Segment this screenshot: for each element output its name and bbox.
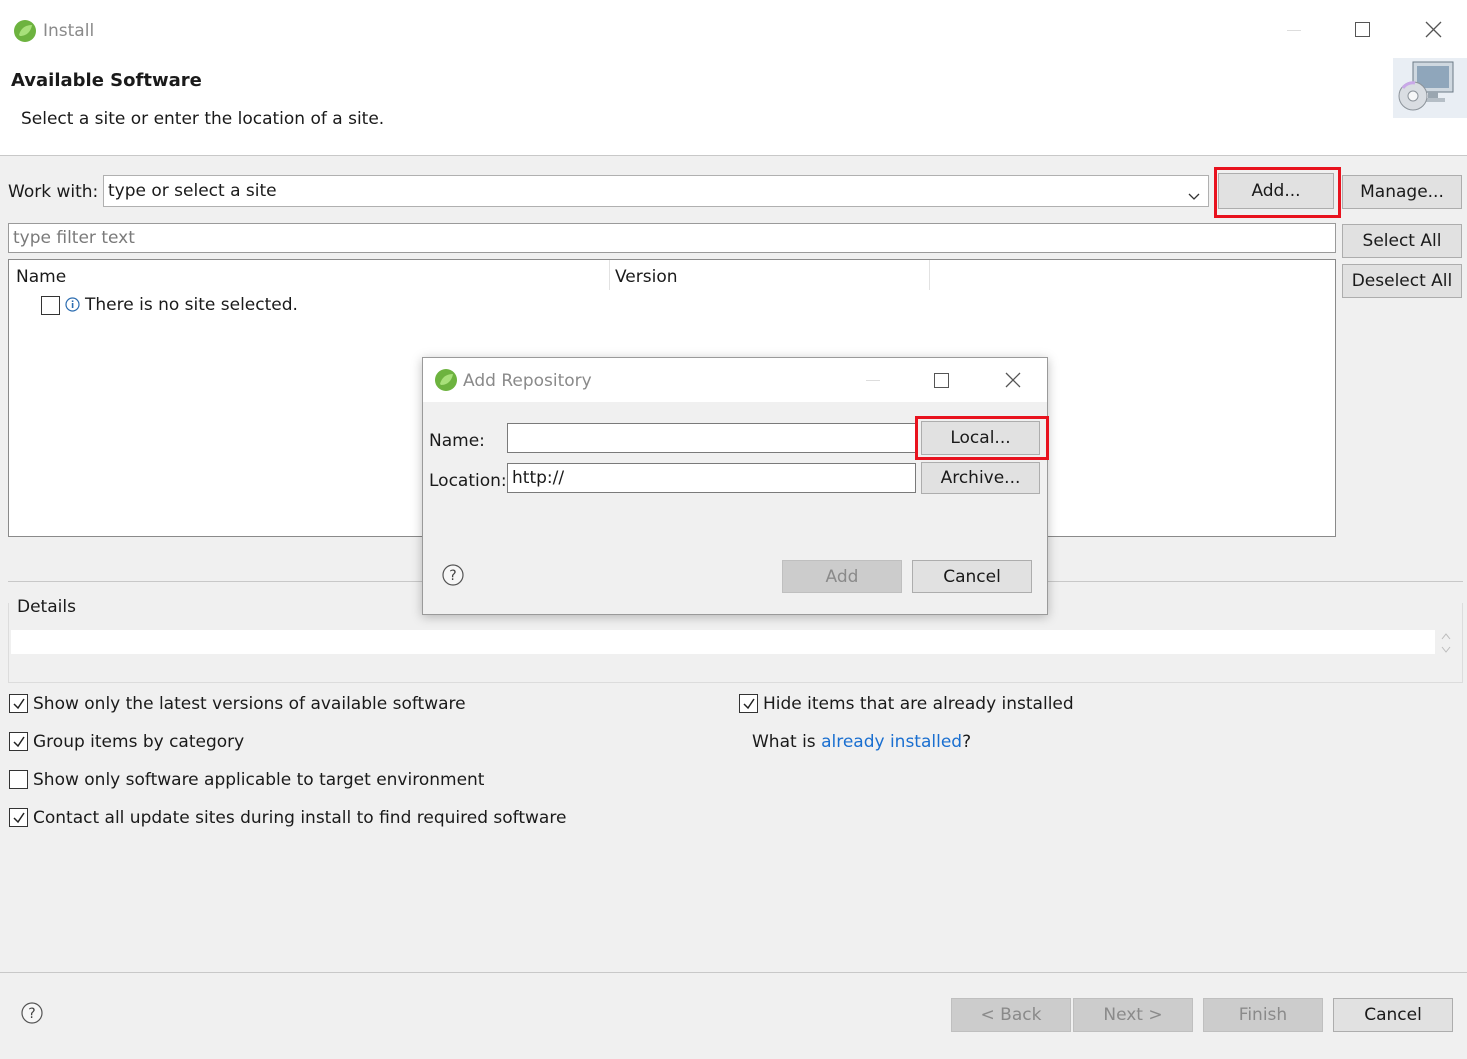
details-scroll-icon[interactable] xyxy=(1440,631,1452,655)
next-button[interactable]: Next > xyxy=(1073,998,1193,1032)
dialog-add-button[interactable]: Add xyxy=(782,560,902,593)
dialog-title-bar: Add Repository xyxy=(423,358,1047,402)
location-label: Location: xyxy=(429,471,507,491)
location-field[interactable]: http:// xyxy=(507,463,916,493)
help-icon[interactable]: ? xyxy=(442,564,464,586)
dialog-cancel-button[interactable]: Cancel xyxy=(912,560,1032,593)
chevron-down-icon[interactable] xyxy=(1188,186,1200,200)
help-icon[interactable]: ? xyxy=(21,1002,43,1024)
location-value: http:// xyxy=(512,468,565,488)
cancel-button[interactable]: Cancel xyxy=(1333,998,1453,1032)
group-by-category-option[interactable]: Group items by category xyxy=(8,732,458,756)
header-area: Available Software Select a site or ente… xyxy=(0,58,1467,156)
what-is-suffix: ? xyxy=(962,732,972,752)
what-is-installed: What is already installed? xyxy=(752,732,971,752)
close-icon[interactable] xyxy=(1425,21,1442,38)
name-label: Name: xyxy=(429,431,485,451)
spring-leaf-icon xyxy=(434,368,458,392)
maximize-icon[interactable] xyxy=(934,373,949,388)
deselect-all-button[interactable]: Deselect All xyxy=(1342,264,1462,298)
group-by-category-checkbox[interactable] xyxy=(9,732,28,751)
footer-separator xyxy=(0,972,1467,973)
what-is-prefix: What is xyxy=(752,732,822,752)
add-button-highlight xyxy=(1214,167,1341,218)
work-with-combo[interactable]: type or select a site xyxy=(103,175,1209,207)
finish-button[interactable]: Finish xyxy=(1203,998,1323,1032)
hide-installed-label: Hide items that are already installed xyxy=(763,694,1074,714)
group-by-category-label: Group items by category xyxy=(33,732,245,752)
contact-sites-label: Contact all update sites during install … xyxy=(33,808,567,828)
column-divider xyxy=(609,260,610,290)
add-repository-dialog: Add Repository Name: Local... Location: … xyxy=(422,357,1049,615)
minimize-icon[interactable] xyxy=(866,380,880,381)
svg-text:?: ? xyxy=(449,568,456,584)
name-field[interactable] xyxy=(507,423,916,453)
row-text: There is no site selected. xyxy=(85,295,298,315)
filter-placeholder: type filter text xyxy=(13,228,135,248)
dialog-title: Add Repository xyxy=(463,371,592,391)
page-title: Available Software xyxy=(11,70,202,91)
row-checkbox[interactable] xyxy=(41,296,60,315)
local-button-highlight xyxy=(915,416,1049,460)
show-latest-checkbox[interactable] xyxy=(9,694,28,713)
table-row[interactable]: There is no site selected. xyxy=(39,294,639,318)
filter-input[interactable]: type filter text xyxy=(8,223,1336,253)
contact-sites-checkbox[interactable] xyxy=(9,808,28,827)
target-env-option[interactable]: Show only software applicable to target … xyxy=(8,770,484,794)
info-icon xyxy=(65,297,80,312)
spring-leaf-icon xyxy=(13,19,37,43)
column-header-version[interactable]: Version xyxy=(615,267,678,287)
details-text[interactable] xyxy=(11,630,1435,654)
install-wizard-icon xyxy=(1393,58,1467,118)
window-title: Install xyxy=(43,21,95,41)
contact-sites-option[interactable]: Contact all update sites during install … xyxy=(8,808,566,832)
hide-installed-checkbox[interactable] xyxy=(739,694,758,713)
target-env-label: Show only software applicable to target … xyxy=(33,770,485,790)
maximize-icon[interactable] xyxy=(1355,22,1370,37)
target-env-checkbox[interactable] xyxy=(9,770,28,789)
show-latest-label: Show only the latest versions of availab… xyxy=(33,694,466,714)
close-icon[interactable] xyxy=(1005,372,1021,388)
column-header-name[interactable]: Name xyxy=(16,267,66,287)
title-bar: Install xyxy=(0,0,1467,58)
back-button[interactable]: < Back xyxy=(951,998,1071,1032)
column-divider xyxy=(929,260,930,290)
minimize-icon[interactable] xyxy=(1287,30,1301,31)
svg-text:?: ? xyxy=(28,1006,35,1022)
page-subtitle: Select a site or enter the location of a… xyxy=(21,109,385,129)
hide-installed-option[interactable]: Hide items that are already installed xyxy=(738,694,1078,718)
work-with-value: type or select a site xyxy=(108,181,277,201)
work-with-label: Work with: xyxy=(8,182,99,202)
show-latest-option[interactable]: Show only the latest versions of availab… xyxy=(8,694,466,718)
manage-button[interactable]: Manage... xyxy=(1342,175,1462,209)
select-all-button[interactable]: Select All xyxy=(1342,224,1462,258)
archive-button[interactable]: Archive... xyxy=(921,462,1040,494)
already-installed-link[interactable]: already installed xyxy=(821,732,962,752)
